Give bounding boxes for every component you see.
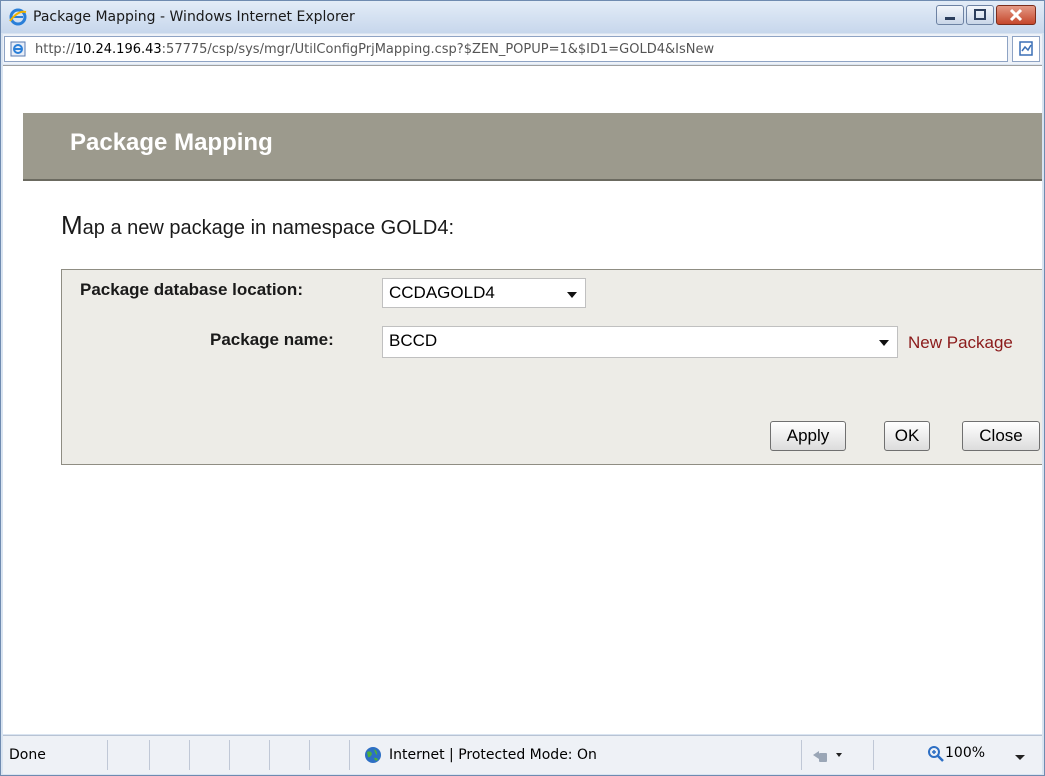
status-divider [309, 740, 310, 770]
status-divider [349, 740, 350, 770]
globe-icon [365, 747, 381, 763]
status-divider [229, 740, 230, 770]
db-location-label: Package database location: [80, 280, 303, 299]
zoom-level[interactable]: 100% [945, 745, 985, 761]
status-bar: Done Internet | Protected Mode: On 100% [3, 735, 1042, 774]
close-icon [1009, 8, 1023, 22]
page-title: Package Mapping [70, 129, 273, 156]
db-location-value: CCDAGOLD4 [389, 283, 495, 302]
zoom-icon [928, 746, 944, 762]
ok-button[interactable]: OK [884, 421, 930, 451]
title-bar[interactable]: Package Mapping - Windows Internet Explo… [1, 1, 1044, 33]
page-header: Package Mapping [23, 113, 1042, 181]
protected-mode-icon[interactable] [809, 745, 847, 765]
status-divider [873, 740, 874, 770]
close-button[interactable]: Close [962, 421, 1040, 451]
chevron-down-icon[interactable] [1013, 753, 1027, 763]
status-divider [269, 740, 270, 770]
minimize-icon [945, 17, 955, 20]
chevron-down-icon [879, 340, 889, 346]
url-prefix: http:// [35, 42, 75, 57]
close-window-button[interactable] [996, 5, 1036, 25]
intro-text: Map a new package in namespace GOLD4: [61, 210, 454, 241]
url-path: :57775/csp/sys/mgr/UtilConfigPrjMapping.… [161, 42, 715, 57]
compatibility-view-icon [1019, 41, 1033, 56]
window-title: Package Mapping - Windows Internet Explo… [33, 9, 355, 25]
status-text: Done [9, 747, 46, 763]
page-content: Package Mapping Map a new package in nam… [3, 65, 1042, 734]
status-divider [149, 740, 150, 770]
package-name-value: BCCD [389, 331, 438, 350]
apply-button[interactable]: Apply [770, 421, 846, 451]
maximize-icon [974, 9, 986, 20]
status-divider [107, 740, 108, 770]
url-text: http://10.24.196.43:57775/csp/sys/mgr/Ut… [35, 42, 714, 57]
minimize-button[interactable] [936, 5, 964, 25]
intro-rest: ap a new package in namespace GOLD4: [82, 217, 455, 239]
status-divider [801, 740, 802, 770]
compatibility-view-button[interactable] [1012, 36, 1040, 62]
intro-initial: M [61, 210, 83, 240]
package-name-select[interactable]: BCCD [382, 326, 898, 358]
security-zone-text[interactable]: Internet | Protected Mode: On [389, 747, 597, 763]
package-name-label: Package name: [210, 330, 334, 349]
ie-window: Package Mapping - Windows Internet Explo… [0, 0, 1045, 776]
db-location-select[interactable]: CCDAGOLD4 [382, 278, 586, 308]
new-package-link[interactable]: New Package [908, 333, 1013, 353]
chevron-down-icon [567, 292, 577, 298]
page-icon [10, 41, 26, 57]
url-host: 10.24.196.43 [74, 42, 162, 57]
ie-logo-icon [9, 8, 27, 26]
mapping-form: Package database location: CCDAGOLD4 Pac… [61, 269, 1042, 465]
window-controls [934, 5, 1036, 27]
maximize-button[interactable] [966, 5, 994, 25]
address-bar: http://10.24.196.43:57775/csp/sys/mgr/Ut… [3, 34, 1042, 64]
status-divider [189, 740, 190, 770]
address-field[interactable]: http://10.24.196.43:57775/csp/sys/mgr/Ut… [4, 36, 1008, 62]
